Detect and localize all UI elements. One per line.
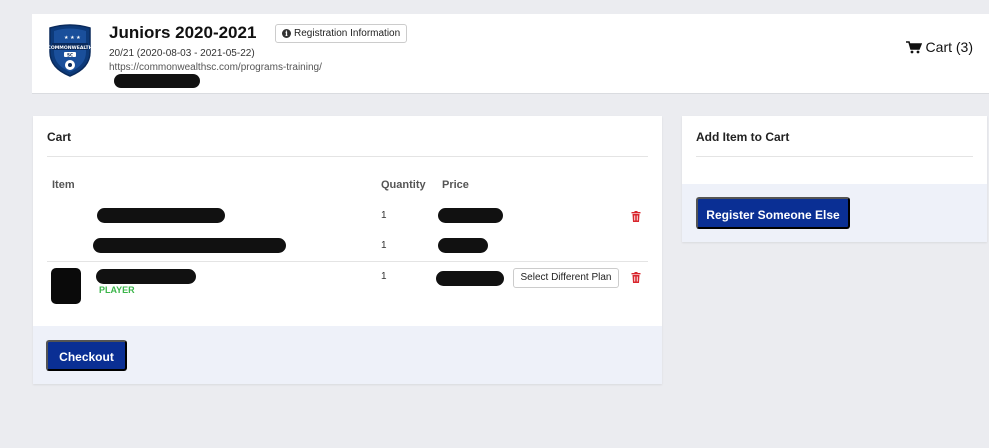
add-item-title: Add Item to Cart bbox=[696, 130, 790, 144]
registration-information-button[interactable]: i Registration Information bbox=[275, 24, 408, 43]
divider bbox=[47, 156, 648, 157]
redacted-text bbox=[114, 74, 200, 88]
column-header-quantity: Quantity bbox=[381, 179, 426, 191]
cart-panel: Cart Item Quantity Price 1 1 PLAYER 1 Se… bbox=[33, 116, 662, 384]
select-different-plan-button[interactable]: Select Different Plan bbox=[513, 268, 619, 288]
cart-footer: Checkout bbox=[33, 326, 662, 384]
column-header-item: Item bbox=[52, 179, 75, 191]
trash-icon[interactable] bbox=[631, 272, 641, 283]
program-url[interactable]: https://commonwealthsc.com/programs-trai… bbox=[109, 62, 322, 73]
redacted-item-name bbox=[97, 208, 225, 223]
add-item-footer: Register Someone Else bbox=[682, 184, 987, 242]
svg-text:COMMONWEALTH: COMMONWEALTH bbox=[47, 45, 92, 51]
register-someone-else-button[interactable]: Register Someone Else bbox=[696, 197, 850, 229]
redacted-item-name bbox=[93, 238, 286, 253]
quantity: 1 bbox=[381, 210, 387, 221]
info-icon: i bbox=[282, 29, 291, 38]
program-title: Juniors 2020-2021 bbox=[109, 23, 257, 42]
svg-text:★ ★ ★: ★ ★ ★ bbox=[64, 35, 81, 41]
add-item-panel: Add Item to Cart Register Someone Else bbox=[682, 116, 987, 242]
season-dates: 20/21 (2020-08-03 - 2021-05-22) bbox=[109, 48, 255, 59]
cart-count-label: Cart (3) bbox=[925, 39, 973, 55]
redacted-price bbox=[436, 271, 504, 286]
divider bbox=[696, 156, 973, 157]
program-header: ★ ★ ★ COMMONWEALTH SC Juniors 2020-2021 … bbox=[32, 14, 989, 94]
club-crest-icon: ★ ★ ★ COMMONWEALTH SC bbox=[46, 22, 94, 78]
redacted-price bbox=[438, 238, 488, 253]
quantity: 1 bbox=[381, 240, 387, 251]
avatar bbox=[51, 268, 81, 304]
redacted-price bbox=[438, 208, 503, 223]
column-header-price: Price bbox=[442, 179, 469, 191]
svg-text:SC: SC bbox=[67, 52, 73, 57]
redacted-player-name bbox=[96, 269, 196, 284]
quantity: 1 bbox=[381, 271, 387, 282]
cart-link[interactable]: Cart (3) bbox=[905, 39, 973, 55]
registration-information-label: Registration Information bbox=[294, 28, 401, 39]
cart-icon bbox=[905, 40, 922, 53]
player-tag: PLAYER bbox=[99, 285, 135, 295]
divider bbox=[47, 261, 648, 262]
cart-title: Cart bbox=[47, 130, 72, 144]
trash-icon[interactable] bbox=[631, 211, 641, 222]
checkout-button[interactable]: Checkout bbox=[46, 340, 127, 371]
